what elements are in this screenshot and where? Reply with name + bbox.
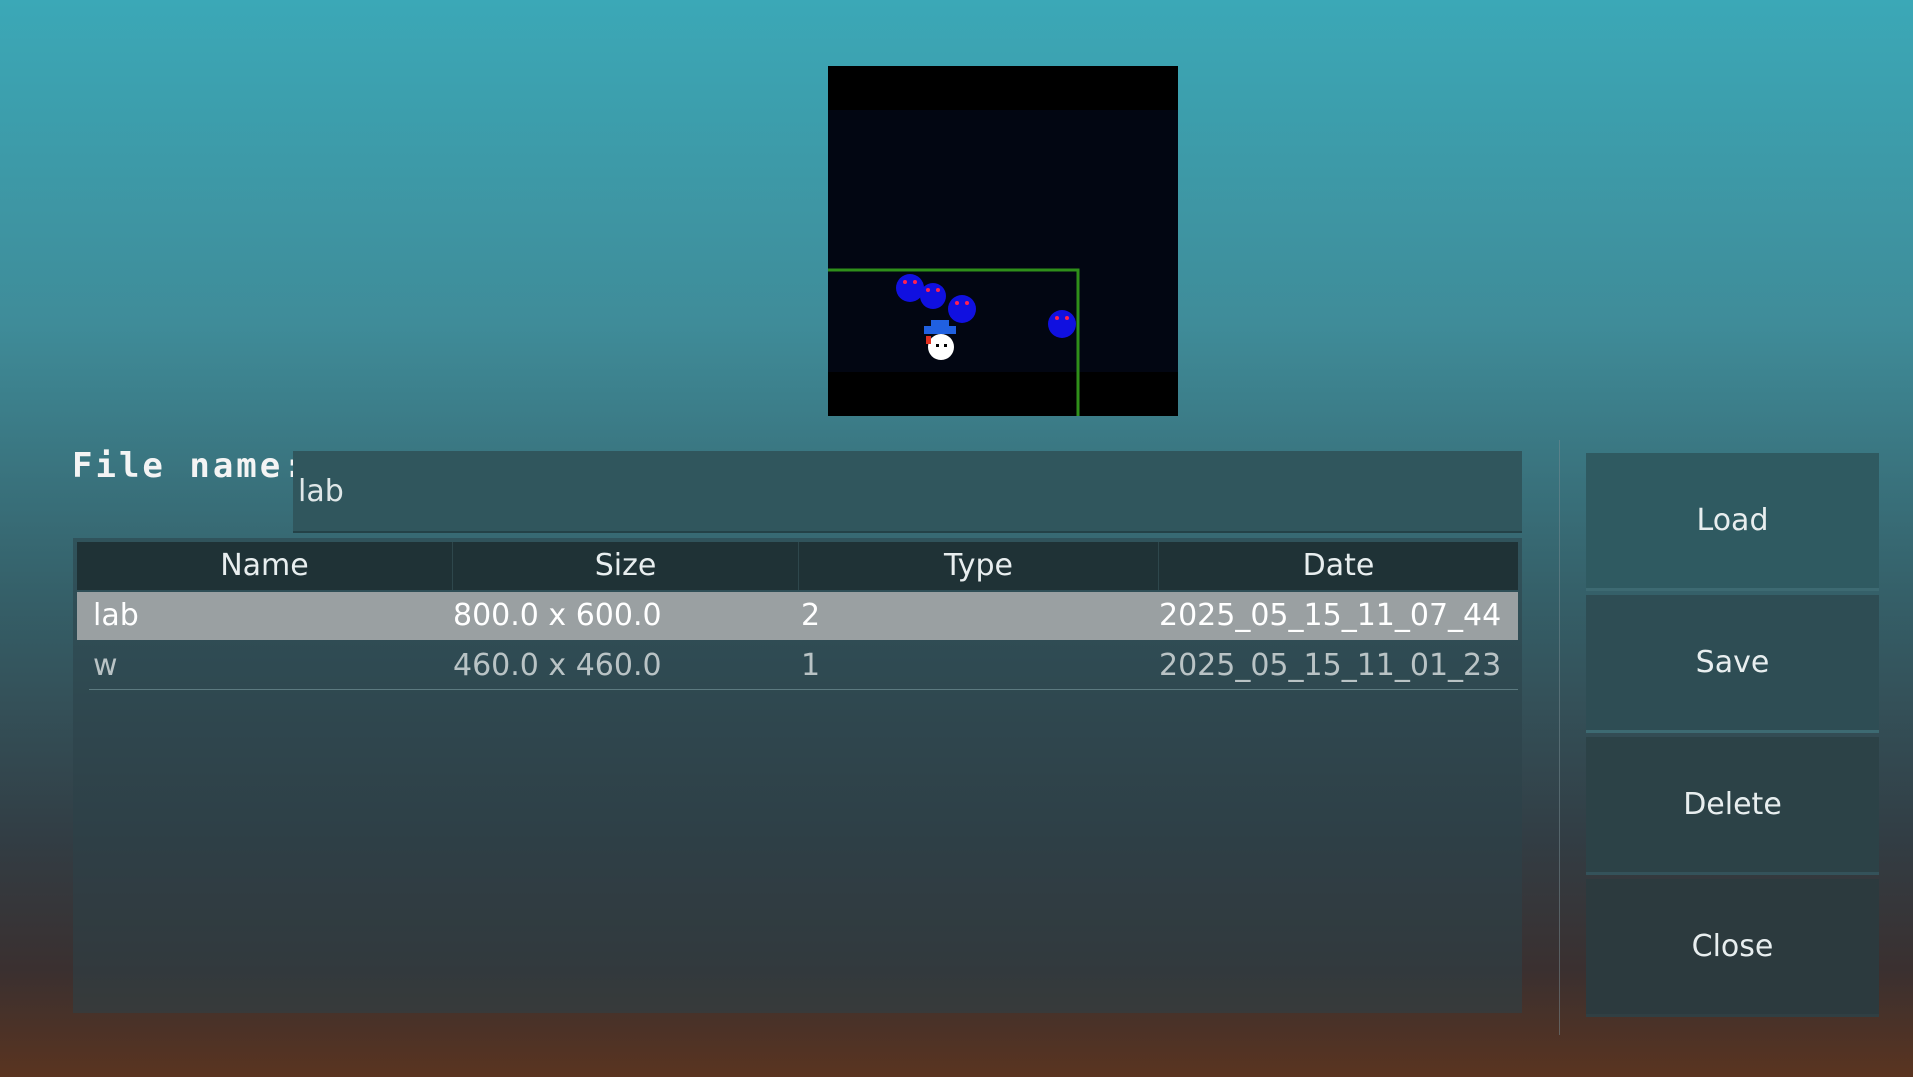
column-header-size[interactable]: Size [453, 542, 799, 590]
table-row-selected[interactable]: lab 800.0 x 600.0 2 2025_05_15_11_07_44 [77, 592, 1518, 640]
enemy-sprite [1048, 310, 1076, 338]
table-rows: lab 800.0 x 600.0 2 2025_05_15_11_07_44 … [77, 592, 1518, 692]
enemy-sprite [896, 274, 924, 302]
close-button[interactable]: Close [1586, 879, 1879, 1017]
table-header: Name Size Type Date [77, 542, 1518, 590]
cell-type: 1 [801, 648, 821, 683]
column-header-name[interactable]: Name [77, 542, 453, 590]
level-preview-canvas [828, 66, 1178, 416]
cell-name: w [93, 648, 118, 683]
enemy-sprite [920, 283, 946, 309]
table-row[interactable]: w 460.0 x 460.0 1 2025_05_15_11_01_23 [89, 642, 1518, 690]
cell-date: 2025_05_15_11_07_44 [1159, 598, 1502, 633]
delete-button[interactable]: Delete [1586, 737, 1879, 875]
preview-play-area [828, 110, 1178, 372]
cell-size: 460.0 x 460.0 [453, 648, 662, 683]
cell-name: lab [93, 598, 139, 633]
cell-date: 2025_05_15_11_01_23 [1159, 648, 1502, 683]
panel-divider [1559, 440, 1560, 1035]
level-preview [828, 66, 1178, 416]
file-name-input[interactable] [293, 451, 1522, 533]
cell-size: 800.0 x 600.0 [453, 598, 662, 633]
column-header-date[interactable]: Date [1159, 542, 1518, 590]
enemy-sprite [948, 295, 976, 323]
file-name-label: File name: [72, 446, 307, 486]
column-header-type[interactable]: Type [799, 542, 1159, 590]
load-button[interactable]: Load [1586, 453, 1879, 591]
cell-type: 2 [801, 598, 821, 633]
file-list-table: Name Size Type Date lab 800.0 x 600.0 2 … [73, 538, 1522, 1013]
save-button[interactable]: Save [1586, 595, 1879, 733]
